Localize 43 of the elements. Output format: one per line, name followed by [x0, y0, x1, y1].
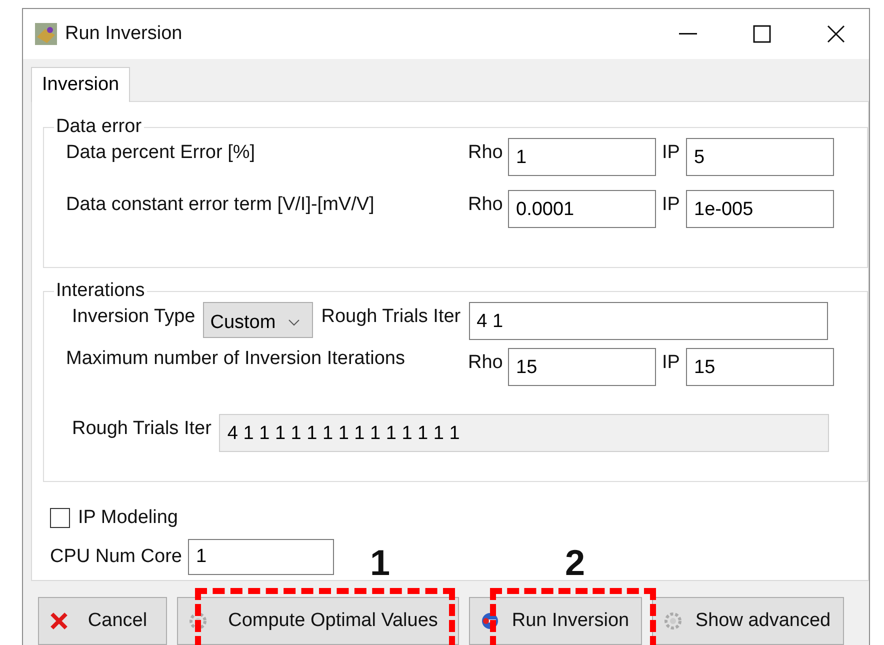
- field-label: Maximum number of Inversion Iterations: [66, 348, 406, 370]
- tab[interactable]: Inversion: [31, 67, 130, 102]
- field-label: Rough Trials Iter: [72, 417, 212, 440]
- group-title: Data error: [55, 116, 143, 138]
- gear-icon: [188, 611, 208, 631]
- input-field[interactable]: 15: [508, 348, 656, 386]
- input-field[interactable]: 15: [686, 348, 834, 386]
- field-label: Data percent Error [%]: [66, 141, 256, 164]
- maximize-icon[interactable]: [753, 25, 771, 43]
- cross-icon: [49, 611, 69, 631]
- dialog-button[interactable]: Run Inversion: [469, 597, 642, 645]
- input-field[interactable]: 1: [188, 539, 334, 575]
- field-label: Rho: [468, 193, 504, 216]
- app-icon: [35, 23, 57, 45]
- dialog-button[interactable]: Cancel: [38, 597, 167, 645]
- input-field[interactable]: 1: [508, 138, 656, 176]
- checkbox[interactable]: [50, 508, 70, 528]
- field-label: Rho: [468, 351, 504, 374]
- step-number: 1: [370, 542, 390, 584]
- input-field[interactable]: 4 1: [468, 302, 828, 340]
- globe-icon: [480, 611, 500, 631]
- field-label: IP: [661, 141, 681, 164]
- dialog-button[interactable]: Show advanced: [652, 597, 844, 645]
- field-label: Rough Trials Iter: [321, 305, 461, 328]
- checkbox-label: IP Modeling: [78, 507, 178, 529]
- window-title: Run Inversion: [65, 23, 184, 45]
- input-field[interactable]: 1e-005: [686, 190, 834, 228]
- chevron-down-icon: [288, 319, 300, 327]
- step-number: 2: [565, 542, 586, 584]
- minimize-icon[interactable]: [679, 33, 697, 35]
- field-label: IP: [661, 193, 681, 216]
- field-label: Data constant error term [V/I]-[mV/V]: [66, 193, 376, 216]
- field-label: CPU Num Core: [50, 546, 182, 568]
- gear-icon: [663, 611, 683, 631]
- dialog-button[interactable]: Compute Optimal Values: [177, 597, 459, 645]
- field-label: IP: [661, 351, 681, 374]
- inversion-type-dropdown[interactable]: Custom: [203, 302, 314, 338]
- field-label: Inversion Type: [72, 305, 196, 328]
- field-label: Rho: [468, 141, 504, 164]
- input-field[interactable]: 0.0001: [508, 190, 656, 228]
- group-title: Interations: [55, 280, 146, 302]
- close-icon[interactable]: [827, 25, 845, 43]
- input-field[interactable]: 5: [686, 138, 834, 176]
